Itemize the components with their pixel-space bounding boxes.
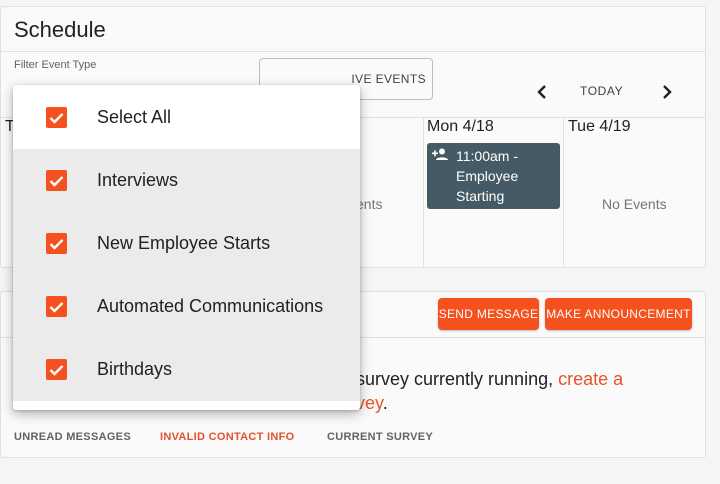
send-message-button[interactable]: SEND MESSAGE <box>438 298 539 330</box>
option-label: Automated Communications <box>97 296 324 316</box>
check-icon <box>49 238 64 250</box>
check-icon <box>49 364 64 376</box>
option-select-all[interactable]: Select All <box>13 86 360 149</box>
option-label: Select All <box>97 107 172 127</box>
create-survey-link[interactable]: create a <box>558 369 623 389</box>
checkbox-checked[interactable] <box>46 296 67 317</box>
option-label: New Employee Starts <box>97 233 271 253</box>
option-interviews[interactable]: Interviews <box>13 149 360 212</box>
checkbox-checked[interactable] <box>46 359 67 380</box>
option-label: Birthdays <box>97 359 173 379</box>
checkbox-checked[interactable] <box>46 233 67 254</box>
filter-event-type-dropdown: Select All Interviews New Employee Start… <box>13 85 360 410</box>
check-icon <box>49 112 64 124</box>
tab-unread-messages[interactable]: UNREAD MESSAGES <box>14 431 131 443</box>
option-new-employee-starts[interactable]: New Employee Starts <box>13 212 360 275</box>
no-events-label: No Events <box>602 196 667 212</box>
filter-event-type-label: Filter Event Type <box>14 59 97 71</box>
event-title-line: Starting <box>456 188 505 204</box>
event-employee-starting[interactable]: 11:00am - Employee Starting <box>427 143 560 209</box>
check-icon <box>49 175 64 187</box>
survey-status-text: survey currently running, create a <box>356 366 686 393</box>
today-button[interactable]: TODAY <box>580 84 623 98</box>
tab-current-survey[interactable]: CURRENT SURVEY <box>327 431 433 443</box>
schedule-header-divider <box>1 51 705 52</box>
chevron-left-icon <box>537 85 546 99</box>
calendar-column-divider <box>423 117 424 267</box>
make-announcement-button[interactable]: MAKE ANNOUNCEMENT <box>545 298 692 330</box>
tab-invalid-contact-info[interactable]: INVALID CONTACT INFO <box>160 431 295 443</box>
survey-status-label: survey currently running, <box>356 369 554 389</box>
create-survey-link-continued[interactable]: vey. <box>356 393 388 414</box>
next-week-button[interactable] <box>655 80 679 104</box>
checkbox-checked[interactable] <box>46 170 67 191</box>
checkbox-checked[interactable] <box>46 107 67 128</box>
survey-link-tail[interactable]: vey <box>356 393 383 413</box>
day-header-mon: Mon 4/18 <box>427 118 494 135</box>
previous-week-button[interactable] <box>530 80 554 104</box>
option-label: Interviews <box>97 170 179 190</box>
option-birthdays[interactable]: Birthdays <box>13 338 360 401</box>
schedule-title: Schedule <box>14 17 106 42</box>
chevron-right-icon <box>663 85 672 99</box>
check-icon <box>49 301 64 313</box>
person-add-icon <box>432 148 448 160</box>
event-time-line: 11:00am - <box>456 148 518 164</box>
option-automated-communications[interactable]: Automated Communications <box>13 275 360 338</box>
survey-period: . <box>382 393 388 413</box>
calendar-column-divider <box>563 117 564 267</box>
day-header-tue: Tue 4/19 <box>568 118 631 135</box>
event-title-line: Employee <box>456 168 519 184</box>
